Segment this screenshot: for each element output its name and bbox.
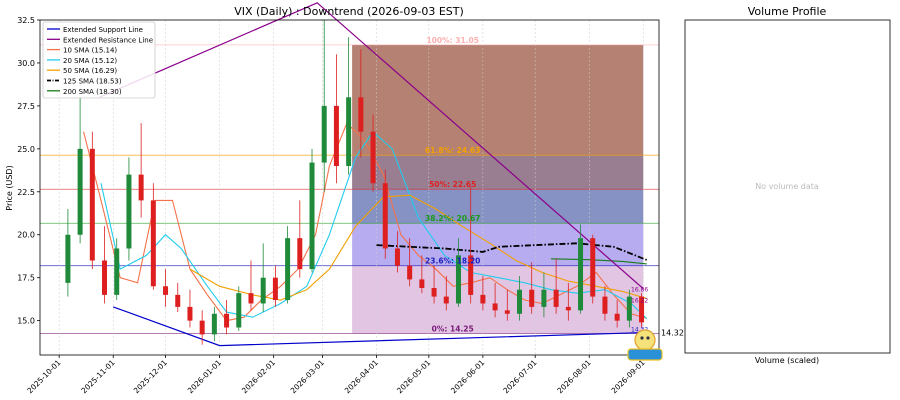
y-tick-label: 20.0 <box>17 231 35 240</box>
candle-body <box>517 289 523 314</box>
support-line-end-label: 14.32 <box>661 328 684 337</box>
x-tick-label: 2026-02-01 <box>240 358 277 395</box>
logo-circle <box>634 329 656 351</box>
y-tick-label: 27.5 <box>17 102 35 111</box>
candle-body <box>394 248 400 266</box>
candle-body <box>443 296 449 304</box>
legend-label: Extended Resistance Line <box>63 36 153 44</box>
candle-body <box>333 105 339 167</box>
vix-price-chart: 100%: 31.05 61.8%: 24.63 50%: 22.65 38.2%: … <box>5 2 684 395</box>
fib-level-label: 38.2%: 20.67 <box>425 214 480 223</box>
candle-body <box>370 131 376 184</box>
y-tick-label: 32.5 <box>17 16 35 25</box>
x-tick-label: 2026-03-01 <box>289 358 326 395</box>
y-tick-label: 25.0 <box>17 145 35 154</box>
candle-body <box>187 306 193 321</box>
y-tick-label: 30.0 <box>17 59 35 68</box>
y-tick-label: 15.0 <box>17 317 35 326</box>
candle-body <box>504 310 510 314</box>
fib-level-label: 23.6%: 18.20 <box>425 257 480 266</box>
legend-label: 10 SMA (15.14) <box>63 47 117 55</box>
legend-label: 200 SMA (18.30) <box>63 88 122 96</box>
x-tick-label: 2026-07-01 <box>501 358 538 395</box>
candle-body <box>382 183 388 249</box>
legend-label: 50 SMA (16.29) <box>63 67 117 75</box>
candle-body <box>65 234 71 283</box>
candle-body <box>77 148 83 235</box>
chart-legend: Extended Support Line Extended Resistance… <box>42 21 156 99</box>
x-tick-label: 2026-08-01 <box>555 358 592 395</box>
legend-label: 125 SMA (18.53) <box>63 78 122 86</box>
fib-level-label: 61.8%: 24.63 <box>425 146 480 155</box>
legend-label: Extended Support Line <box>63 26 143 34</box>
candle-body <box>492 303 498 311</box>
fib-level-label: 0%: 14.25 <box>432 325 474 334</box>
candle-body <box>541 289 547 307</box>
candle-body <box>590 238 596 297</box>
candle-body <box>297 238 303 270</box>
candle-body <box>285 238 291 301</box>
candle-body <box>163 286 169 295</box>
candle-body <box>529 289 535 307</box>
line-end-label: 16.22 <box>631 298 648 305</box>
candle-body <box>248 293 254 304</box>
legend-label: 20 SMA (15.12) <box>63 57 117 65</box>
candle-body <box>138 174 144 201</box>
candle-body <box>126 174 132 249</box>
chart-title: VIX (Daily) : Downtrend (2026-09-03 EST) <box>234 5 464 18</box>
logo-banner <box>627 348 663 361</box>
logo-badge <box>627 329 663 361</box>
x-tick-label: 2025-12-01 <box>132 358 169 395</box>
candle-body <box>309 162 315 270</box>
candle-body <box>211 313 217 335</box>
y-tick-label: 17.5 <box>17 274 35 283</box>
candle-body <box>114 248 120 295</box>
candle-body <box>236 293 242 328</box>
candle-body <box>224 313 230 328</box>
candle-body <box>260 277 266 304</box>
candle-body <box>102 260 108 295</box>
candle-body <box>578 238 584 311</box>
candle-body <box>346 97 352 167</box>
fib-level-label: 50%: 22.65 <box>429 180 476 189</box>
x-tick-label: 2026-04-01 <box>343 358 380 395</box>
logo-eye <box>640 336 644 340</box>
logo-eye <box>646 336 650 340</box>
candle-body <box>89 148 95 261</box>
x-tick-label: 2025-10-01 <box>25 358 62 395</box>
candle-body <box>358 97 364 132</box>
candle-body <box>407 265 413 280</box>
fib-band <box>352 44 644 156</box>
candle-body <box>419 279 425 288</box>
candle-body <box>602 296 608 314</box>
candle-body <box>480 294 486 304</box>
candle-body <box>321 105 327 163</box>
candle-body <box>150 200 156 287</box>
candle-body <box>614 313 620 321</box>
x-tick-label: 2026-05-01 <box>395 358 432 395</box>
candle-body <box>272 277 278 301</box>
candle-body <box>431 288 437 297</box>
candle-body <box>175 294 181 307</box>
y-tick-label: 22.5 <box>17 188 35 197</box>
y-axis-label: Price (USD) <box>5 165 14 210</box>
x-tick-label: 2026-06-01 <box>449 358 486 395</box>
candle-body <box>553 289 559 307</box>
fib-band <box>352 265 644 334</box>
x-tick-label: 2025-11-01 <box>79 358 116 395</box>
candle-body <box>199 320 205 335</box>
candle-body <box>565 306 571 311</box>
line-end-label: 16.86 <box>631 287 648 294</box>
x-tick-label: 2026-01-01 <box>186 358 223 395</box>
fib-level-label: 100%: 31.05 <box>426 36 479 45</box>
x-tick-label: 2026-09-01 <box>610 358 647 395</box>
